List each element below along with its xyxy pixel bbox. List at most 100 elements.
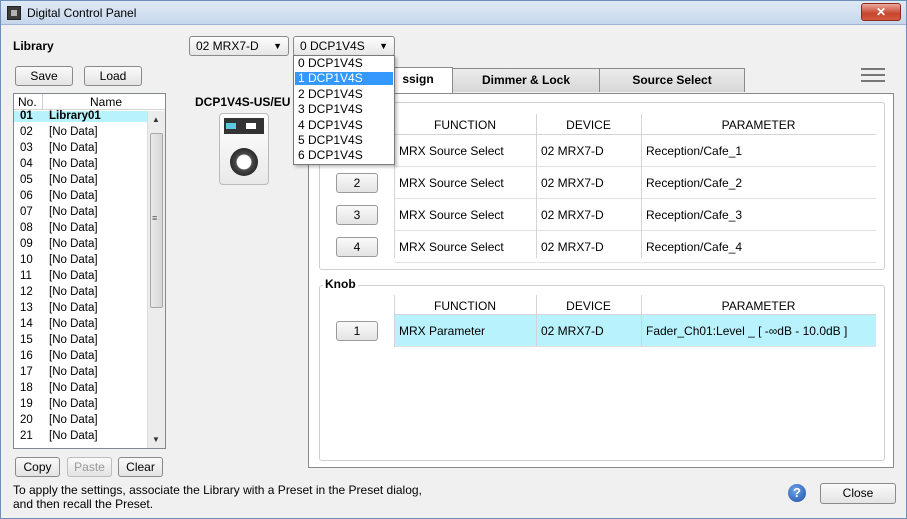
- clear-button[interactable]: Clear: [118, 457, 163, 477]
- scrollbar-grip-icon: ≡: [152, 213, 158, 223]
- library-row[interactable]: 12 [No Data]: [14, 286, 147, 298]
- scroll-down-icon[interactable]: ▼: [152, 435, 160, 444]
- library-row[interactable]: 06 [No Data]: [14, 190, 147, 202]
- knob-header-device: DEVICE: [566, 299, 611, 313]
- device-cell[interactable]: 02 MRX7-D: [537, 135, 641, 167]
- library-row[interactable]: 16 [No Data]: [14, 350, 147, 362]
- library-row[interactable]: 05 [No Data]: [14, 174, 147, 186]
- library-row[interactable]: 19 [No Data]: [14, 398, 147, 410]
- dropdown-option[interactable]: 5 DCP1V4S: [295, 134, 393, 147]
- device-knob-icon: [230, 148, 258, 176]
- library-row-no: 04: [20, 158, 33, 170]
- library-row[interactable]: 08 [No Data]: [14, 222, 147, 234]
- library-row-no: 03: [20, 142, 33, 154]
- function-cell[interactable]: MRX Source Select: [395, 135, 536, 167]
- library-row-name: [No Data]: [49, 142, 98, 154]
- knob-header-function: FUNCTION: [434, 299, 496, 313]
- function-cell[interactable]: MRX Parameter: [395, 315, 536, 347]
- library-row-name: [No Data]: [49, 414, 98, 426]
- parameter-cell[interactable]: Reception/Cafe_1: [642, 135, 876, 167]
- function-cell[interactable]: MRX Source Select: [395, 167, 536, 199]
- library-row-name: [No Data]: [49, 398, 98, 410]
- help-icon[interactable]: ?: [788, 484, 806, 502]
- library-row[interactable]: 17 [No Data]: [14, 366, 147, 378]
- assign-number-button[interactable]: 4: [336, 237, 378, 257]
- library-row[interactable]: 14 [No Data]: [14, 318, 147, 330]
- library-row-no: 12: [20, 286, 33, 298]
- menu-icon[interactable]: [861, 68, 885, 82]
- library-row-no: 07: [20, 206, 33, 218]
- copy-button[interactable]: Copy: [15, 457, 60, 477]
- library-row-name: [No Data]: [49, 366, 98, 378]
- switch-header-parameter: PARAMETER: [721, 118, 796, 132]
- knob-header-parameter: PARAMETER: [721, 299, 796, 313]
- device-select[interactable]: 02 MRX7-D ▼: [189, 36, 289, 56]
- library-row[interactable]: 18 [No Data]: [14, 382, 147, 394]
- library-row[interactable]: 07 [No Data]: [14, 206, 147, 218]
- library-row[interactable]: 15 [No Data]: [14, 334, 147, 346]
- dropdown-option[interactable]: 0 DCP1V4S: [295, 57, 393, 70]
- parameter-cell[interactable]: Reception/Cafe_2: [642, 167, 876, 199]
- tab-dimmer-lock[interactable]: Dimmer & Lock: [452, 68, 600, 92]
- library-row-name: [No Data]: [49, 238, 98, 250]
- parameter-cell[interactable]: Reception/Cafe_3: [642, 199, 876, 231]
- library-row-name: [No Data]: [49, 206, 98, 218]
- tab-source-select[interactable]: Source Select: [599, 68, 745, 92]
- dcp-select[interactable]: 0 DCP1V4S ▼: [293, 36, 395, 56]
- library-row[interactable]: 13 [No Data]: [14, 302, 147, 314]
- function-cell[interactable]: MRX Source Select: [395, 231, 536, 263]
- close-button-label: Close: [842, 486, 874, 500]
- library-row[interactable]: 10 [No Data]: [14, 254, 147, 266]
- load-button[interactable]: Load: [84, 66, 142, 86]
- close-button[interactable]: Close: [820, 483, 896, 504]
- device-cell[interactable]: 02 MRX7-D: [537, 231, 641, 263]
- switch-header-device: DEVICE: [566, 118, 611, 132]
- library-row[interactable]: 20 [No Data]: [14, 414, 147, 426]
- library-row[interactable]: 11 [No Data]: [14, 270, 147, 282]
- title-bar: Digital Control Panel ✕: [1, 1, 906, 25]
- library-scrollbar[interactable]: ▲ ≡ ▼: [147, 111, 165, 448]
- column-divider[interactable]: [42, 94, 43, 110]
- footer-text-line2: and then recall the Preset.: [13, 497, 154, 511]
- col-no-header[interactable]: No.: [18, 95, 37, 109]
- col-name-header[interactable]: Name: [90, 95, 122, 109]
- copy-button-label: Copy: [23, 460, 52, 474]
- library-list[interactable]: No. Name 01 Library01 02 [No Data] 03 [No Dat…: [13, 93, 166, 449]
- device-cell[interactable]: 02 MRX7-D: [537, 199, 641, 231]
- library-list-header: No. Name: [14, 94, 165, 110]
- paste-button[interactable]: Paste: [67, 457, 112, 477]
- library-row[interactable]: 09 [No Data]: [14, 238, 147, 250]
- dropdown-option[interactable]: 2 DCP1V4S: [295, 87, 393, 101]
- window-close-button[interactable]: ✕: [861, 3, 901, 21]
- library-row-no: 15: [20, 334, 33, 346]
- library-row-name: [No Data]: [49, 158, 98, 170]
- menu-icon-bar: [861, 68, 885, 70]
- scroll-up-icon[interactable]: ▲: [152, 115, 160, 124]
- dropdown-option[interactable]: 6 DCP1V4S: [295, 149, 393, 162]
- library-row[interactable]: 01 Library01: [14, 110, 147, 122]
- library-row[interactable]: 21 [No Data]: [14, 430, 147, 442]
- library-row-no: 01: [20, 110, 33, 122]
- library-row-no: 14: [20, 318, 33, 330]
- library-row-no: 02: [20, 126, 33, 138]
- parameter-cell[interactable]: Fader_Ch01:Level _ [ -∞dB - 10.0dB ]: [642, 315, 876, 347]
- dropdown-option[interactable]: 4 DCP1V4S: [295, 118, 393, 132]
- dcp-select-dropdown[interactable]: 0 DCP1V4S 1 DCP1V4S 2 DCP1V4S 3 DCP1V4S 4 DC…: [293, 55, 395, 165]
- parameter-cell[interactable]: Reception/Cafe_4: [642, 231, 876, 263]
- library-row[interactable]: 04 [No Data]: [14, 158, 147, 170]
- assign-number-button[interactable]: 3: [336, 205, 378, 225]
- device-cell[interactable]: 02 MRX7-D: [537, 167, 641, 199]
- library-row-name: [No Data]: [49, 190, 98, 202]
- library-row[interactable]: 03 [No Data]: [14, 142, 147, 154]
- dropdown-option[interactable]: 3 DCP1V4S: [295, 103, 393, 116]
- footer-text-line1: To apply the settings, associate the Lib…: [13, 483, 422, 497]
- library-row[interactable]: 02 [No Data]: [14, 126, 147, 138]
- library-row-no: 21: [20, 430, 33, 442]
- device-cell[interactable]: 02 MRX7-D: [537, 315, 641, 347]
- save-button[interactable]: Save: [15, 66, 73, 86]
- assign-number-button[interactable]: 1: [336, 321, 378, 341]
- window-title: Digital Control Panel: [27, 6, 137, 20]
- function-cell[interactable]: MRX Source Select: [395, 199, 536, 231]
- assign-number-button[interactable]: 2: [336, 173, 378, 193]
- dropdown-option[interactable]: 1 DCP1V4S: [295, 72, 393, 86]
